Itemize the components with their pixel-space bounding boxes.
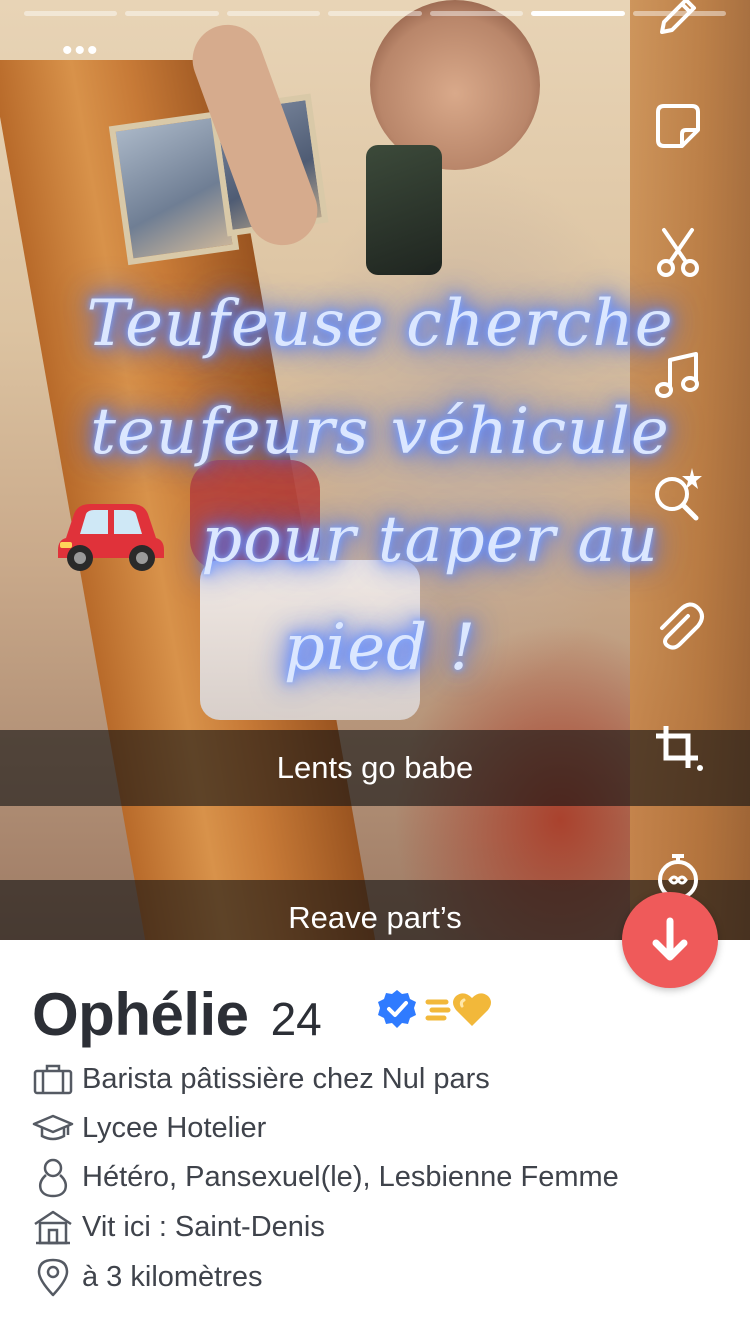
music-note-icon[interactable] bbox=[640, 346, 716, 406]
arrow-down-icon bbox=[652, 917, 688, 961]
job-text: Barista pâtissière chez Nul pars bbox=[82, 1062, 490, 1095]
snap-text: Reave part’s bbox=[288, 900, 462, 935]
school-row: Lycee Hotelier bbox=[32, 1105, 266, 1151]
progress-segment[interactable] bbox=[429, 11, 524, 16]
close-profile-button[interactable] bbox=[622, 892, 718, 988]
verified-badge-icon[interactable] bbox=[376, 988, 418, 1030]
photo-progress-bar bbox=[24, 11, 726, 17]
photo-figure-phone bbox=[366, 145, 442, 275]
graduation-cap-icon bbox=[32, 1114, 74, 1141]
paperclip-icon[interactable] bbox=[640, 596, 716, 656]
distance-text: à 3 kilomètres bbox=[82, 1260, 263, 1293]
caption-line-1: Teufeuse cherche bbox=[86, 287, 674, 361]
distance-row: à 3 kilomètres bbox=[32, 1254, 263, 1300]
progress-segment[interactable] bbox=[24, 11, 118, 16]
more-dots-icon[interactable]: ••• bbox=[62, 36, 100, 66]
scissors-icon[interactable] bbox=[640, 222, 716, 282]
city-row: Vit ici : Saint-Denis bbox=[32, 1204, 325, 1250]
briefcase-icon bbox=[33, 1064, 73, 1095]
progress-segment[interactable] bbox=[125, 11, 219, 16]
caption-line-2: teufeurs véhicule bbox=[90, 395, 670, 469]
pencil-icon[interactable] bbox=[640, 0, 716, 46]
profile-photo[interactable]: ••• Teufeuse cherche teufeurs véhicule p… bbox=[0, 0, 750, 940]
car-emoji bbox=[58, 504, 164, 571]
orientation-text: Hétéro, Pansexuel(le), Lesbienne Femme bbox=[82, 1160, 619, 1193]
orientation-row: Hétéro, Pansexuel(le), Lesbienne Femme bbox=[32, 1154, 619, 1200]
person-icon bbox=[38, 1158, 68, 1198]
progress-segment[interactable] bbox=[226, 11, 321, 16]
caption-line-4: pied ! bbox=[283, 611, 477, 685]
profile-age: 24 bbox=[270, 993, 322, 1045]
location-pin-icon bbox=[37, 1258, 69, 1297]
house-icon bbox=[34, 1210, 72, 1245]
city-text: Vit ici : Saint-Denis bbox=[82, 1210, 325, 1243]
snap-text-bar: Lents go babe bbox=[0, 730, 750, 806]
profile-name: Ophélie bbox=[32, 981, 249, 1048]
sticker-icon[interactable] bbox=[640, 96, 716, 156]
snap-text: Lents go babe bbox=[276, 750, 474, 785]
job-row: Barista pâtissière chez Nul pars bbox=[32, 1056, 490, 1102]
progress-segment[interactable] bbox=[328, 11, 422, 16]
superlike-heart-icon bbox=[425, 993, 491, 1026]
profile-header: Ophélie 24 bbox=[32, 980, 322, 1050]
lens-search-icon[interactable] bbox=[640, 464, 716, 524]
progress-segment-active[interactable] bbox=[531, 11, 625, 16]
crop-icon[interactable] bbox=[640, 718, 716, 778]
school-text: Lycee Hotelier bbox=[82, 1111, 267, 1144]
